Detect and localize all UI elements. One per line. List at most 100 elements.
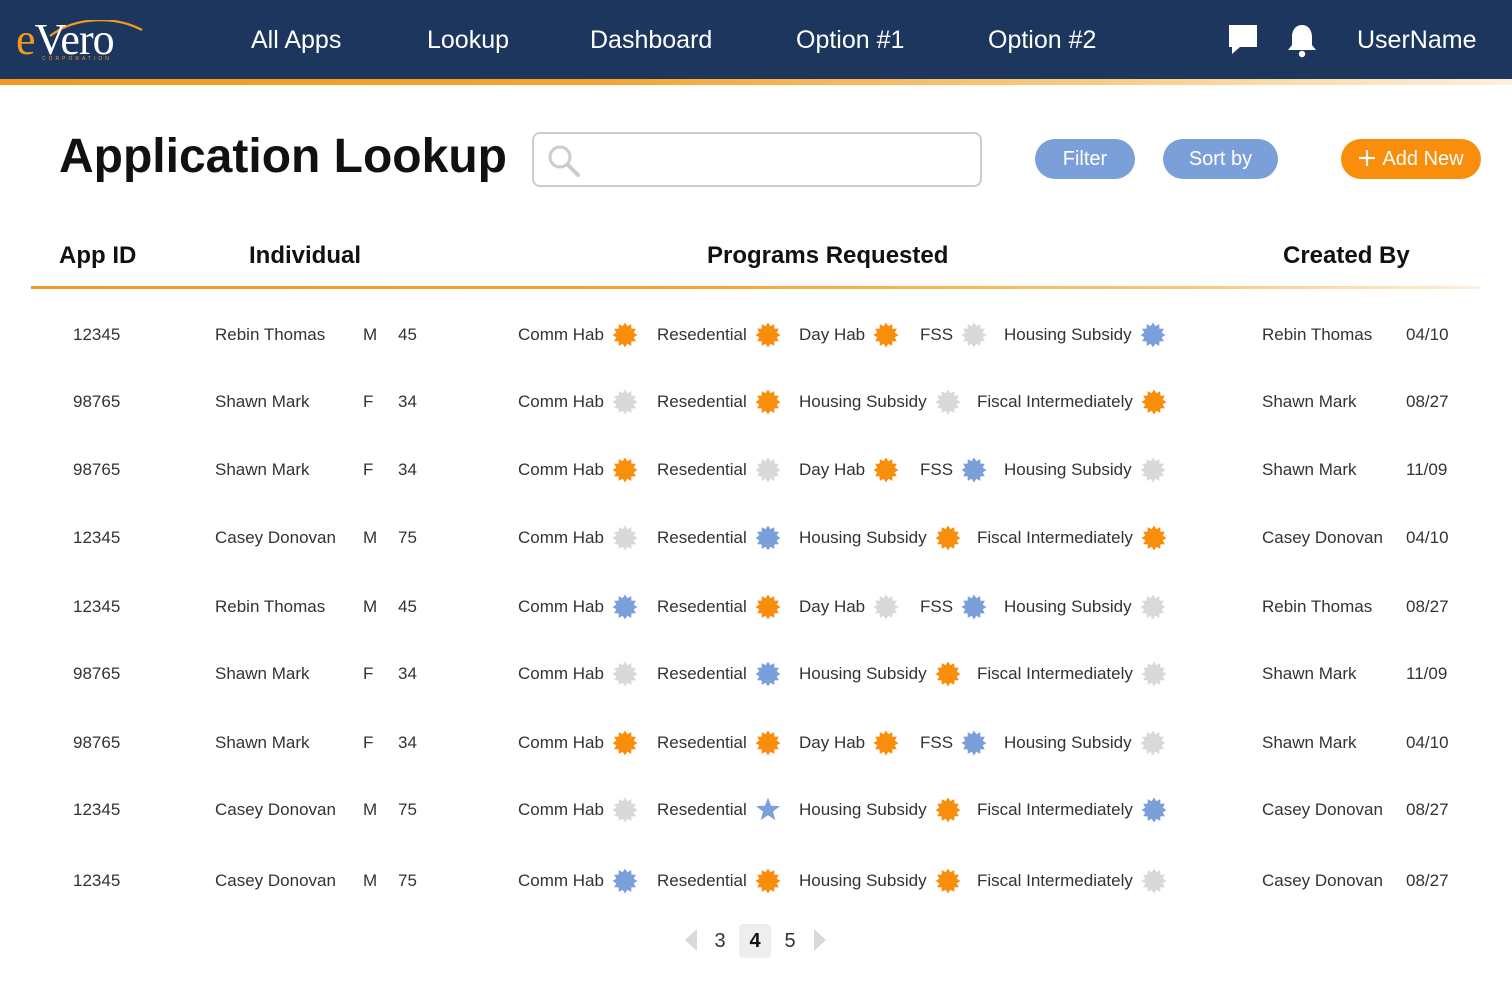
table-row[interactable]: 12345 Rebin Thomas M 45 Comm Hab Resedential D…: [0, 587, 1512, 627]
program-label: Resedential: [657, 871, 747, 890]
table-row[interactable]: 98765 Shawn Mark F 34 Comm Hab Resedential Day…: [0, 723, 1512, 763]
program-label: FSS: [920, 733, 954, 752]
program-label: Housing Subsidy: [799, 392, 927, 411]
table-row[interactable]: 12345 Casey Donovan M 75 Comm Hab Resedential…: [0, 861, 1512, 901]
nav-lookup[interactable]: Lookup: [427, 24, 509, 56]
badge-blue-icon: [755, 525, 781, 551]
chevron-right-icon[interactable]: [813, 928, 827, 952]
created-by-cell: Casey Donovan: [1262, 528, 1383, 547]
app-id-cell: 98765: [73, 392, 121, 411]
badge-orange-icon: [755, 594, 781, 620]
bell-icon[interactable]: [1285, 22, 1319, 58]
created-date-cell: 04/10: [1406, 733, 1449, 752]
header-programs-requested[interactable]: Programs Requested: [707, 241, 948, 271]
program-label: Comm Hab: [518, 871, 604, 890]
top-nav: eVero CORPORATION All Apps Lookup Dashbo…: [0, 0, 1512, 79]
app-id-cell: 12345: [73, 597, 121, 616]
badge-blue-icon: [1140, 322, 1166, 348]
program-label: Housing Subsidy: [1004, 733, 1132, 752]
header-created-by[interactable]: Created By: [1283, 241, 1410, 271]
app-id-cell: 98765: [73, 733, 121, 752]
age-cell: 34: [398, 733, 417, 752]
badge-blue-icon: [961, 730, 987, 756]
badge-gray-icon: [755, 457, 781, 483]
badge-gray-icon: [612, 525, 638, 551]
badge-gray-icon: [1140, 457, 1166, 483]
created-date-cell: 04/10: [1406, 325, 1449, 344]
gender-cell: M: [363, 597, 378, 616]
created-date-cell: 08/27: [1406, 392, 1449, 411]
program-label: Comm Hab: [518, 460, 604, 479]
add-new-button[interactable]: Add New: [1341, 139, 1481, 179]
header-app-id[interactable]: App ID: [59, 241, 136, 271]
created-by-cell: Casey Donovan: [1262, 800, 1383, 819]
add-new-label: Add New: [1382, 148, 1464, 170]
nav-option-2[interactable]: Option #2: [988, 24, 1096, 56]
individual-name-cell: Shawn Mark: [215, 392, 310, 411]
created-by-cell: Rebin Thomas: [1262, 597, 1373, 616]
chevron-left-icon[interactable]: [684, 928, 698, 952]
badge-orange-icon: [755, 389, 781, 415]
search-input[interactable]: [590, 142, 970, 178]
badge-orange-icon: [612, 322, 638, 348]
individual-name-cell: Casey Donovan: [215, 871, 336, 890]
table-row[interactable]: 12345 Casey Donovan M 75 Comm Hab Resedential…: [0, 518, 1512, 558]
badge-blue-icon: [961, 594, 987, 620]
logo-subtext: CORPORATION: [42, 56, 112, 62]
gender-cell: M: [363, 800, 378, 819]
nav-option-1[interactable]: Option #1: [796, 24, 904, 56]
badge-orange-icon: [935, 797, 961, 823]
app-id-cell: 98765: [73, 664, 121, 683]
page-4-current[interactable]: 4: [739, 924, 771, 958]
search-box[interactable]: [532, 132, 982, 187]
nav-all-apps[interactable]: All Apps: [251, 24, 341, 56]
gender-cell: M: [363, 528, 378, 547]
table-row[interactable]: 98765 Shawn Mark F 34 Comm Hab Resedential Day…: [0, 450, 1512, 490]
program-label: Resedential: [657, 325, 747, 344]
app-id-cell: 12345: [73, 871, 121, 890]
program-label: Resedential: [657, 800, 747, 819]
table-row[interactable]: 12345 Casey Donovan M 75 Comm Hab Resedential…: [0, 790, 1512, 830]
created-by-cell: Rebin Thomas: [1262, 325, 1373, 344]
table-row[interactable]: 12345 Rebin Thomas M 45 Comm Hab Resedential D…: [0, 315, 1512, 355]
badge-gray-icon: [612, 661, 638, 687]
app-id-cell: 12345: [73, 800, 121, 819]
badge-blue-icon: [1141, 797, 1167, 823]
gender-cell: F: [363, 392, 374, 411]
program-label: Comm Hab: [518, 528, 604, 547]
gender-cell: M: [363, 871, 378, 890]
page-5[interactable]: 5: [774, 924, 806, 958]
badge-gray-icon: [612, 389, 638, 415]
program-label: Housing Subsidy: [1004, 597, 1132, 616]
created-date-cell: 08/27: [1406, 800, 1449, 819]
app-id-cell: 12345: [73, 325, 121, 344]
age-cell: 45: [398, 597, 417, 616]
header-individual[interactable]: Individual: [249, 241, 361, 271]
individual-name-cell: Casey Donovan: [215, 800, 336, 819]
created-date-cell: 04/10: [1406, 528, 1449, 547]
filter-button[interactable]: Filter: [1035, 139, 1135, 179]
program-label: Housing Subsidy: [1004, 460, 1132, 479]
individual-name-cell: Rebin Thomas: [215, 325, 326, 344]
badge-orange-icon: [935, 868, 961, 894]
table-row[interactable]: 98765 Shawn Mark F 34 Comm Hab Resedential Hou…: [0, 654, 1512, 694]
program-label: Resedential: [657, 528, 747, 547]
page-3[interactable]: 3: [704, 924, 736, 958]
username[interactable]: UserName: [1357, 24, 1476, 56]
table-row[interactable]: 98765 Shawn Mark F 34 Comm Hab Resedential Hou…: [0, 382, 1512, 422]
created-by-cell: Shawn Mark: [1262, 392, 1357, 411]
created-date-cell: 08/27: [1406, 871, 1449, 890]
nav-dashboard[interactable]: Dashboard: [590, 24, 712, 56]
individual-name-cell: Shawn Mark: [215, 733, 310, 752]
gender-cell: F: [363, 664, 374, 683]
age-cell: 34: [398, 460, 417, 479]
badge-orange-icon: [755, 322, 781, 348]
program-label: Fiscal Intermediately: [977, 871, 1133, 890]
chat-icon[interactable]: [1226, 22, 1260, 58]
sort-by-button[interactable]: Sort by: [1163, 139, 1278, 179]
badge-gray-icon: [1140, 594, 1166, 620]
evero-logo[interactable]: eVero CORPORATION: [16, 14, 146, 66]
individual-name-cell: Shawn Mark: [215, 460, 310, 479]
individual-name-cell: Shawn Mark: [215, 664, 310, 683]
badge-gray-icon: [873, 594, 899, 620]
